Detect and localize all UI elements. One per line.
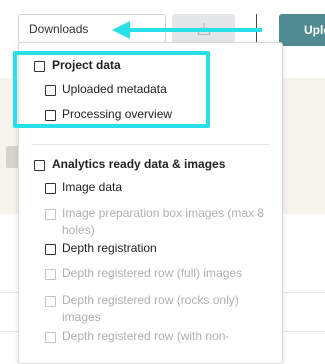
checkbox-analytics-ready[interactable] — [34, 160, 45, 171]
option-depth-row-nonrock: Depth registered row (with non- — [62, 329, 230, 343]
checkbox-depth-row-full — [45, 269, 56, 280]
annotation-arrow — [112, 21, 262, 39]
option-image-data[interactable]: Image data — [62, 179, 122, 196]
option-depth-registration[interactable]: Depth registration — [62, 240, 157, 257]
checkbox-depth-row-nonrock — [45, 332, 56, 343]
option-depth-row-full: Depth registered row (full) images — [62, 266, 243, 280]
checkbox-depth-row-rocks — [45, 296, 56, 307]
checkbox-depth-registration[interactable] — [45, 244, 56, 255]
checkbox-image-data[interactable] — [45, 183, 56, 194]
section-divider — [32, 144, 269, 145]
option-image-preparation: Image preparation box images (max 8 hole… — [62, 206, 265, 237]
upload-button[interactable]: Upload — [279, 14, 325, 46]
option-depth-row-rocks: Depth registered row (rocks only) images — [62, 293, 239, 324]
option-analytics-ready[interactable]: Analytics ready data & images — [52, 156, 225, 173]
annotation-highlight-box — [13, 51, 210, 128]
checkbox-image-preparation — [45, 209, 56, 220]
